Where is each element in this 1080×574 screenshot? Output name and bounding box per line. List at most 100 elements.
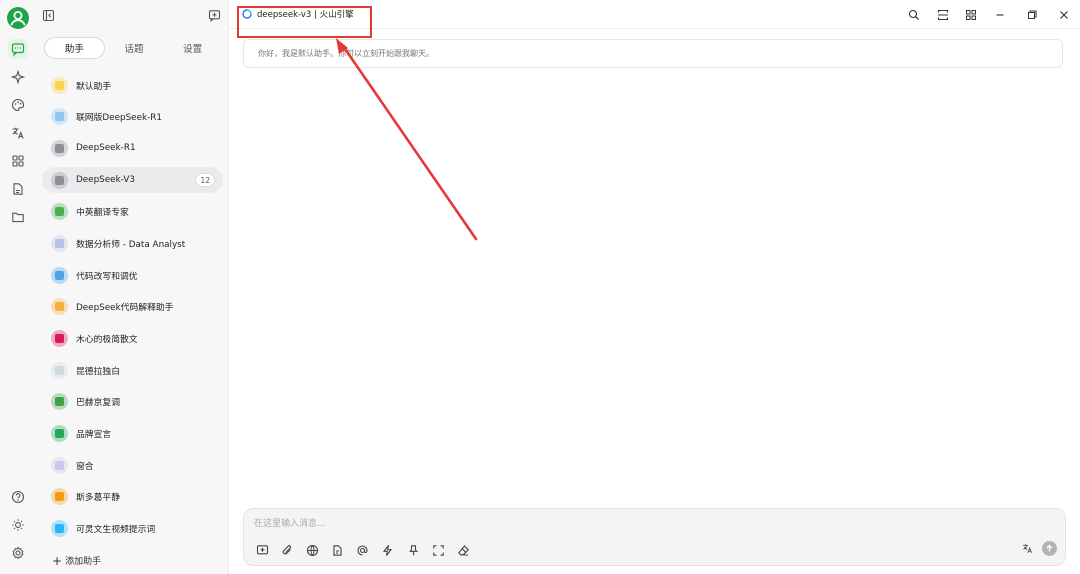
monitor-icon <box>51 266 68 284</box>
sidebar-collapse-icon <box>42 9 54 21</box>
web-search-tool[interactable] <box>304 542 320 558</box>
star-icon <box>51 76 68 94</box>
message-input[interactable] <box>254 516 854 532</box>
new-topic-button[interactable] <box>206 7 222 23</box>
search-icon <box>908 9 919 20</box>
mention-icon <box>357 544 368 556</box>
rail-files-button[interactable] <box>8 179 28 199</box>
close-button[interactable] <box>1056 7 1071 22</box>
rail-agents-button[interactable] <box>8 67 28 87</box>
icon-glyph <box>55 397 64 407</box>
clear-tool[interactable] <box>456 542 472 558</box>
rail-theme-button[interactable] <box>8 515 28 535</box>
assistant-item[interactable]: 品牌宣言 <box>42 421 223 447</box>
rail-help-button[interactable] <box>8 487 28 507</box>
assistant-item[interactable]: 木心的极简散文 <box>42 326 223 352</box>
assistant-label: 联网版DeepSeek-R1 <box>76 113 162 124</box>
robot-icon <box>51 171 68 189</box>
robot-icon <box>51 139 68 157</box>
assistant-label: 斯多葛平静 <box>76 493 120 504</box>
assistant-label: DeepSeek代码解释助手 <box>76 303 174 314</box>
apps-grid-icon <box>12 155 24 167</box>
assistant-label: 可灵文生视频提示词 <box>76 525 156 536</box>
assistant-item[interactable]: 默认助手 <box>42 72 223 98</box>
assistant-item[interactable]: DeepSeek-V3 12 <box>42 167 223 194</box>
chat-header: deepseek-v3 | 火山引擎 <box>229 0 1080 38</box>
fullscreen-icon <box>433 544 444 556</box>
assistant-item[interactable]: 昆德拉独白 <box>42 357 223 383</box>
avatar[interactable] <box>7 7 29 29</box>
tab-assistants[interactable]: 助手 <box>44 37 105 59</box>
web-search-icon <box>306 544 318 556</box>
fullscreen-tool[interactable] <box>430 542 446 558</box>
icon-glyph <box>55 270 64 280</box>
assistant-label: 默认助手 <box>76 81 112 92</box>
add-assistant-button[interactable]: + 添加助手 <box>52 553 101 568</box>
rail-settings-button[interactable] <box>8 543 28 563</box>
attachment-tool[interactable] <box>279 542 295 558</box>
chat-main: deepseek-v3 | 火山引擎 你好，我是默认助手。你可以立刻开始跟我聊天… <box>229 0 1080 574</box>
assistant-item[interactable]: DeepSeek代码解释助手 <box>42 294 223 320</box>
rail-chat-button[interactable] <box>8 39 28 59</box>
assistant-item[interactable]: 斯多葛平静 <box>42 484 223 510</box>
restore-icon <box>1027 10 1036 19</box>
chat-icon <box>11 43 25 56</box>
icon-glyph <box>55 365 64 375</box>
assistant-label: 数据分析师 - Data Analyst <box>76 239 186 250</box>
new-topic-icon <box>256 544 268 554</box>
grid-icon <box>965 9 976 20</box>
assistant-label: 代码改写和调优 <box>76 271 138 282</box>
rail-translate-button[interactable] <box>8 123 28 143</box>
assistant-item[interactable]: 代码改写和调优 <box>42 262 223 288</box>
slideshow-icon <box>51 425 68 443</box>
assistant-item[interactable]: 可灵文生视频提示词 <box>42 516 223 542</box>
books-icon <box>51 203 68 221</box>
annotation-highlight-box <box>237 6 372 38</box>
app-window: 助手 话题 设置 默认助手联网版DeepSeek-R1 DeepSeek-R1 De… <box>0 0 1080 574</box>
rail-apps-button[interactable] <box>8 151 28 171</box>
book-icon <box>51 330 68 347</box>
assistant-item[interactable]: 联网版DeepSeek-R1 <box>42 104 223 130</box>
pin-tool[interactable] <box>405 542 421 558</box>
topic-count-badge: 12 <box>195 173 215 188</box>
toggle-sidebar-button[interactable] <box>40 7 56 23</box>
apps-button[interactable] <box>963 7 978 22</box>
translate-input-button[interactable] <box>1020 541 1035 556</box>
welcome-message: 你好，我是默认助手。你可以立刻开始跟我聊天。 <box>243 39 1063 68</box>
new-topic-tool[interactable] <box>254 542 270 558</box>
tab-settings[interactable]: 设置 <box>163 37 222 59</box>
tab-topics[interactable]: 话题 <box>105 37 164 59</box>
assistant-item[interactable]: 中英翻译专家 <box>42 199 223 225</box>
knowledge-base-tool[interactable] <box>330 542 346 558</box>
pin-icon <box>408 544 418 555</box>
layout-button[interactable] <box>935 7 950 22</box>
assistant-item[interactable]: 窗合 <box>42 452 223 478</box>
nav-rail <box>0 0 36 574</box>
attachment-icon <box>282 544 291 554</box>
icon-glyph <box>55 429 64 439</box>
assistant-panel: 助手 话题 设置 默认助手联网版DeepSeek-R1 DeepSeek-R1 De… <box>36 0 229 574</box>
icon-glyph <box>55 143 64 153</box>
open-book-icon <box>51 361 68 379</box>
assistant-label: 巴赫京复调 <box>76 398 120 409</box>
rail-folder-button[interactable] <box>8 207 28 227</box>
globe-icon <box>51 108 68 126</box>
restore-button[interactable] <box>1024 7 1039 22</box>
assistant-item[interactable]: 数据分析师 - Data Analyst <box>42 230 223 256</box>
help-icon <box>11 490 25 504</box>
search-button[interactable] <box>906 7 921 22</box>
assistant-item[interactable]: DeepSeek-R1 <box>42 135 223 161</box>
plus-icon: + <box>52 553 63 568</box>
send-button[interactable] <box>1042 541 1057 556</box>
icon-glyph <box>55 492 64 502</box>
rail-paint-button[interactable] <box>8 95 28 115</box>
green-book-icon <box>51 393 68 411</box>
translate-icon <box>12 127 24 139</box>
icon-glyph <box>55 302 64 312</box>
minimize-button[interactable] <box>992 7 1007 22</box>
mention-tool[interactable] <box>355 542 371 558</box>
quick-phrase-tool[interactable] <box>380 542 396 558</box>
knowledge-base-icon <box>333 544 342 556</box>
assistant-item[interactable]: 巴赫京复调 <box>42 389 223 415</box>
assistant-label: DeepSeek-R1 <box>76 143 136 154</box>
